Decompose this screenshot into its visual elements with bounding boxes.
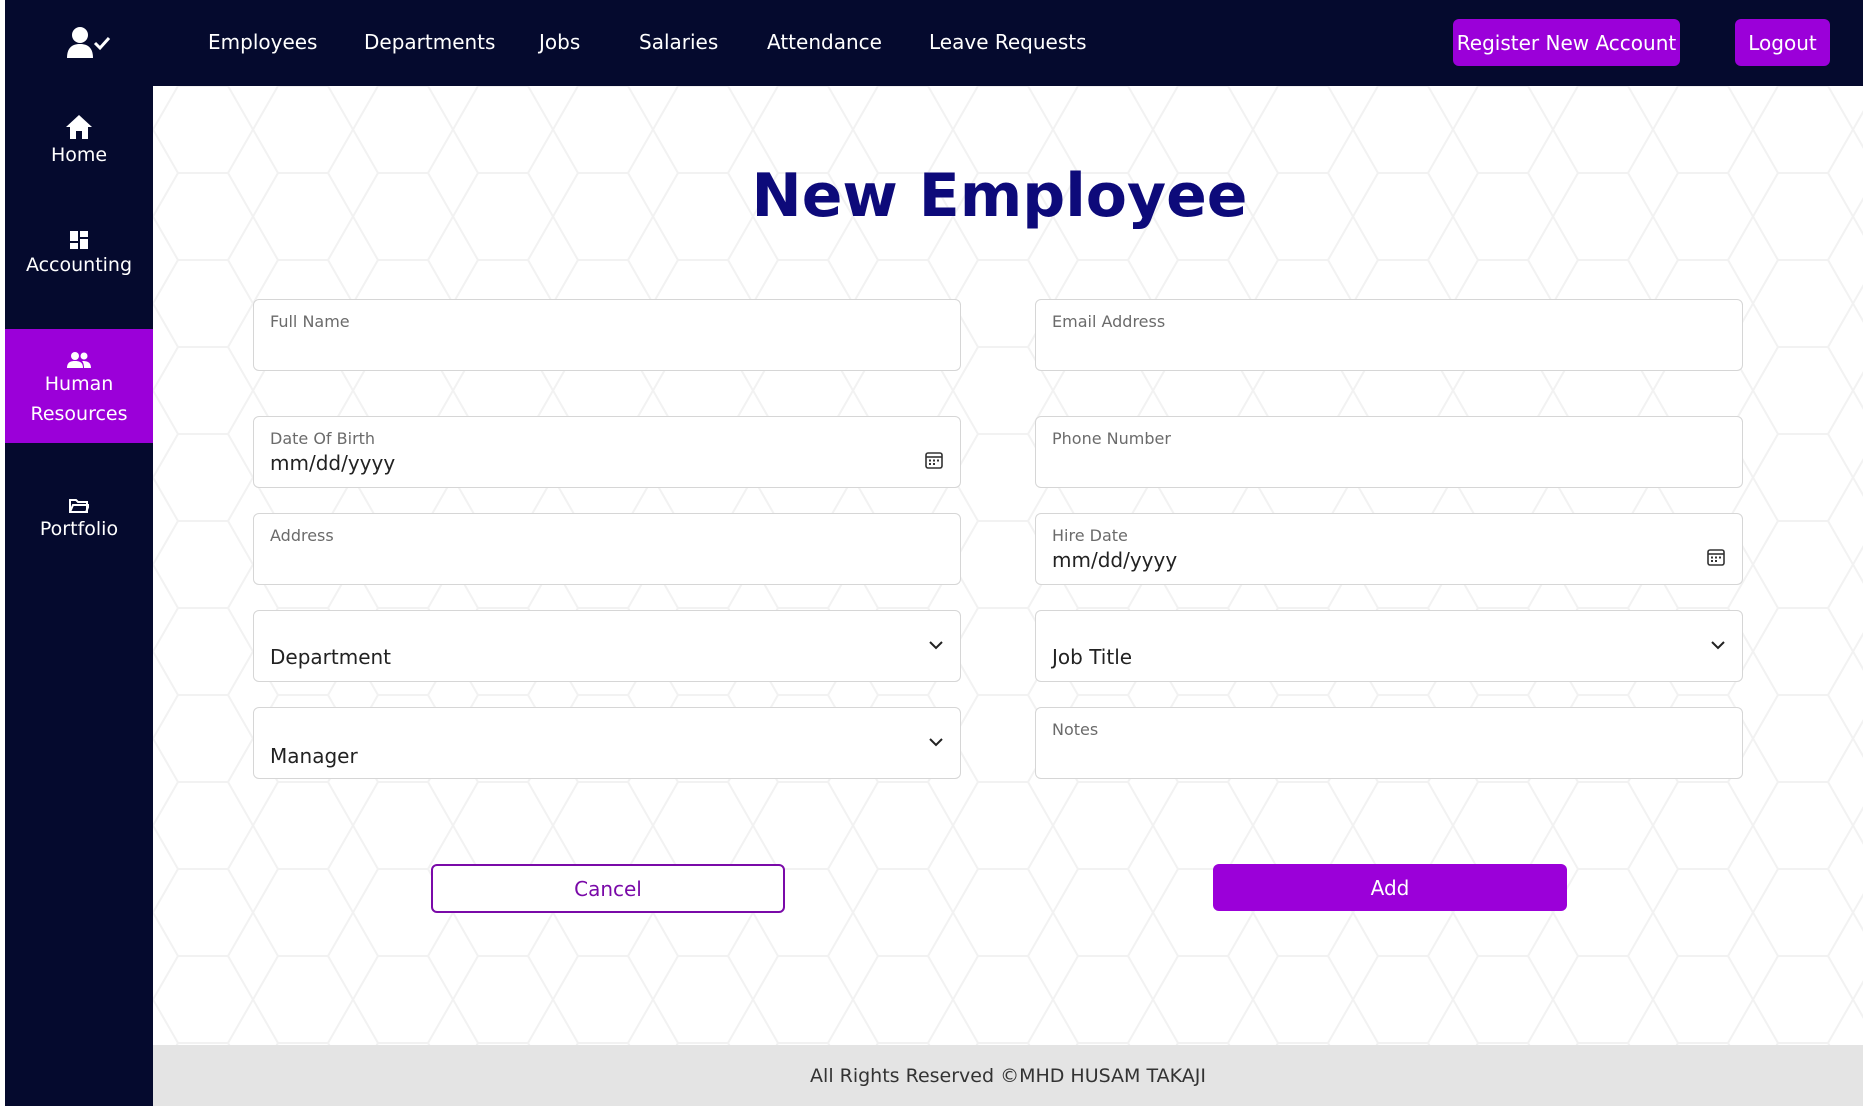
user-check-icon bbox=[67, 27, 111, 58]
email-address-field[interactable]: Email Address bbox=[1035, 299, 1743, 371]
address-label: Address bbox=[270, 526, 334, 545]
sidebar-item-human-resources[interactable]: Human Resources bbox=[5, 329, 153, 443]
sidebar: Home Accounting Human Resources Portfoli… bbox=[5, 86, 153, 1106]
hire-date-value: mm/dd/yyyy bbox=[1052, 548, 1178, 572]
sidebar-item-label: Portfolio bbox=[39, 518, 119, 540]
full-name-label: Full Name bbox=[270, 312, 350, 331]
cancel-button[interactable]: Cancel bbox=[431, 864, 785, 913]
sidebar-item-label: Home bbox=[50, 144, 108, 166]
date-of-birth-field[interactable]: Date Of Birth mm/dd/yyyy bbox=[253, 416, 961, 488]
main-content: New Employee Full Name Email Address Dat… bbox=[153, 86, 1863, 1045]
job-title-select[interactable]: Job Title bbox=[1035, 610, 1743, 682]
home-icon bbox=[66, 115, 92, 139]
register-new-account-button[interactable]: Register New Account bbox=[1453, 19, 1680, 66]
nav-jobs[interactable]: Jobs bbox=[539, 30, 580, 54]
app-window: Employees Departments Jobs Salaries Atte… bbox=[0, 0, 1863, 1111]
department-select[interactable]: Department bbox=[253, 610, 961, 682]
footer-copyright: All Rights Reserved ©MHD HUSAM TAKAJI bbox=[810, 1064, 1206, 1087]
department-select-value: Department bbox=[270, 645, 392, 669]
people-icon bbox=[67, 352, 91, 368]
add-button[interactable]: Add bbox=[1213, 864, 1567, 911]
chevron-down-icon bbox=[929, 738, 943, 747]
chevron-down-icon bbox=[1711, 641, 1725, 650]
calendar-icon[interactable] bbox=[925, 451, 943, 469]
phone-number-label: Phone Number bbox=[1052, 429, 1171, 448]
footer: All Rights Reserved ©MHD HUSAM TAKAJI bbox=[153, 1045, 1863, 1106]
nav-departments[interactable]: Departments bbox=[364, 30, 495, 54]
job-title-select-value: Job Title bbox=[1052, 645, 1133, 669]
chevron-down-icon bbox=[929, 641, 943, 650]
sidebar-item-home[interactable]: Home bbox=[5, 106, 153, 206]
nav-salaries[interactable]: Salaries bbox=[639, 30, 718, 54]
phone-number-field[interactable]: Phone Number bbox=[1035, 416, 1743, 488]
page-title: New Employee bbox=[751, 161, 1248, 231]
date-of-birth-value: mm/dd/yyyy bbox=[270, 451, 396, 475]
full-name-field[interactable]: Full Name bbox=[253, 299, 961, 371]
hire-date-field[interactable]: Hire Date mm/dd/yyyy bbox=[1035, 513, 1743, 585]
sidebar-item-portfolio[interactable]: Portfolio bbox=[5, 486, 153, 566]
sidebar-item-accounting[interactable]: Accounting bbox=[5, 228, 153, 318]
notes-field[interactable]: Notes bbox=[1035, 707, 1743, 779]
calendar-icon[interactable] bbox=[1707, 548, 1725, 566]
date-of-birth-label: Date Of Birth bbox=[270, 429, 376, 448]
manager-select-value: Manager bbox=[270, 744, 358, 768]
nav-attendance[interactable]: Attendance bbox=[767, 30, 882, 54]
manager-select[interactable]: Manager bbox=[253, 707, 961, 779]
notes-label: Notes bbox=[1052, 720, 1099, 739]
top-navbar: Employees Departments Jobs Salaries Atte… bbox=[5, 0, 1863, 86]
dashboard-icon bbox=[70, 231, 88, 249]
nav-employees[interactable]: Employees bbox=[208, 30, 317, 54]
address-field[interactable]: Address bbox=[253, 513, 961, 585]
email-address-label: Email Address bbox=[1052, 312, 1166, 331]
sidebar-item-label: Human Resources bbox=[30, 373, 128, 425]
hire-date-label: Hire Date bbox=[1052, 526, 1128, 545]
logout-button[interactable]: Logout bbox=[1735, 19, 1830, 66]
nav-leave-requests[interactable]: Leave Requests bbox=[929, 30, 1087, 54]
folder-icon bbox=[69, 499, 89, 513]
sidebar-item-label: Accounting bbox=[25, 254, 133, 276]
bottom-edge bbox=[0, 1106, 1863, 1111]
